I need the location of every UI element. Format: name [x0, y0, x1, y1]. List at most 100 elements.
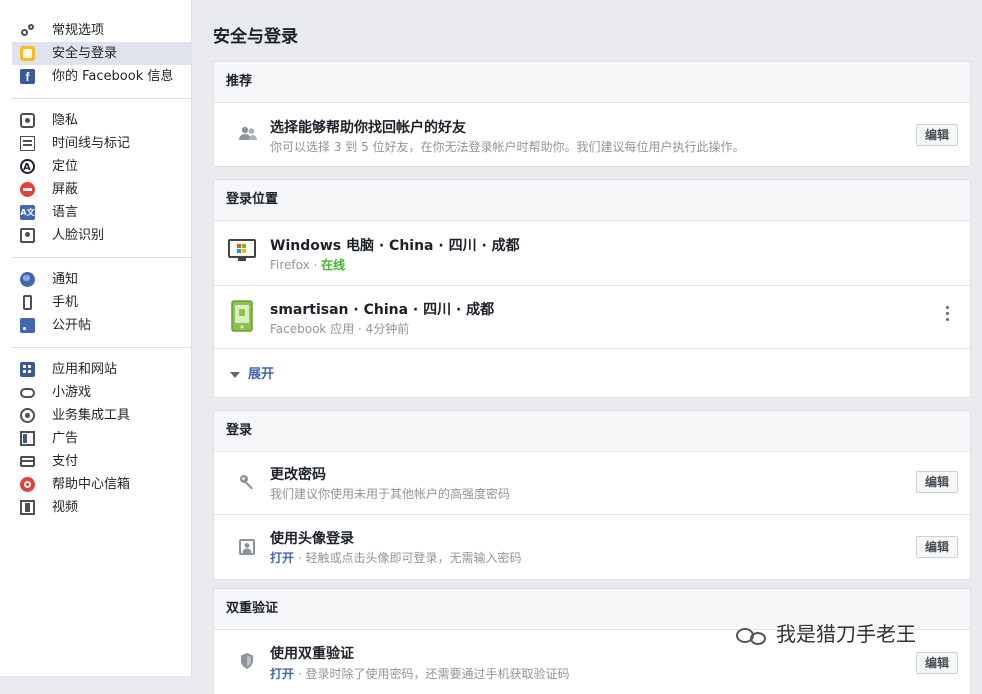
sidebar-item-payments[interactable]: 支付: [12, 450, 191, 473]
edit-profile-picture-login-button[interactable]: 编辑: [916, 536, 958, 558]
profile-picture-login-row[interactable]: 使用头像登录 打开 · 轻触或点击头像即可登录，无需输入密码 编辑: [213, 515, 971, 580]
phone-icon: [23, 295, 32, 310]
sidebar-item-face-recognition[interactable]: 人脸识别: [12, 224, 191, 247]
row-title: 使用双重验证: [270, 646, 354, 662]
expand-sessions-row[interactable]: 展开: [214, 349, 970, 399]
change-password-row[interactable]: 更改密码 我们建议你使用未用于其他帐户的高强度密码 编辑: [213, 452, 971, 515]
session-active-status: 在线: [321, 258, 346, 272]
watermark-text: 我是猎刀手老王: [776, 622, 916, 646]
sidebar-item-privacy[interactable]: 隐私: [12, 109, 191, 132]
profile-picture-icon: [239, 539, 255, 558]
sidebar-item-public-posts[interactable]: 公开帖: [12, 314, 191, 337]
sidebar-item-label: 语言: [52, 205, 79, 220]
timeline-icon: [20, 136, 35, 151]
rss-icon: [20, 318, 35, 333]
sidebar-item-timeline-tagging[interactable]: 时间线与标记: [12, 132, 191, 155]
panel-heading: 登录: [213, 410, 971, 452]
sidebar-item-location[interactable]: 定位: [12, 155, 191, 179]
more-options-icon[interactable]: [946, 306, 950, 322]
sidebar-item-apps-websites[interactable]: 应用和网站: [12, 358, 191, 381]
sidebar-item-label: 帮助中心信箱: [52, 477, 131, 492]
row-subtitle: 打开 · 轻触或点击头像即可登录，无需输入密码: [270, 549, 521, 566]
lock-icon: [20, 46, 35, 61]
row-subtitle: 我们建议你使用未用于其他帐户的高强度密码: [270, 487, 511, 501]
globe-icon: [20, 272, 35, 287]
sidebar-item-mobile[interactable]: 手机: [12, 291, 191, 314]
panel-heading: 登录位置: [214, 180, 970, 221]
session-client: Firefox · 在线: [270, 256, 345, 273]
sidebar-item-language[interactable]: A文 语言: [12, 201, 191, 224]
sidebar-item-label: 安全与登录: [52, 46, 118, 61]
help-icon: [20, 477, 35, 492]
session-browser: Firefox ·: [270, 258, 322, 272]
settings-sidebar: 常规选项 安全与登录 f 你的 Facebook 信息 隐私 时间线与标记 定位…: [0, 0, 192, 676]
sidebar-item-blocking[interactable]: 屏蔽: [12, 178, 191, 201]
edit-two-factor-button[interactable]: 编辑: [916, 652, 958, 674]
where-logged-in-panel: 登录位置 Windows 电脑 · China · 四川 · 成都 Firefo…: [213, 179, 971, 398]
apps-icon: [20, 362, 35, 377]
recommended-panel: 推荐 选择能够帮助你找回帐户的好友 你可以选择 3 到 5 位好友，在你无法登录…: [213, 61, 971, 167]
sidebar-item-label: 通知: [52, 272, 79, 287]
wechat-logo-icon: [736, 626, 770, 646]
facebook-icon: f: [20, 69, 35, 84]
status-on: 打开: [270, 551, 295, 565]
session-row[interactable]: Windows 电脑 · China · 四川 · 成都 Firefox · 在…: [214, 221, 970, 286]
sidebar-item-label: 视频: [52, 500, 79, 515]
sidebar-group-apps: 应用和网站 小游戏 业务集成工具 广告 支付 帮助中心信箱 视频: [0, 358, 191, 519]
sidebar-item-label: 小游戏: [52, 385, 92, 400]
friends-icon: [238, 125, 258, 144]
ads-icon: [20, 431, 35, 446]
row-description: · 登录时除了使用密码，还需要通过手机获取验证码: [294, 667, 570, 681]
business-icon: [20, 408, 35, 423]
edit-trusted-contacts-button[interactable]: 编辑: [916, 124, 958, 146]
status-on: 打开: [270, 667, 295, 681]
sidebar-item-videos[interactable]: 视频: [12, 496, 191, 519]
page-title: 安全与登录: [213, 27, 298, 47]
expand-link[interactable]: 展开: [230, 363, 274, 382]
gamepad-icon: [20, 388, 35, 398]
sidebar-item-label: 支付: [52, 454, 79, 469]
session-row[interactable]: smartisan · China · 四川 · 成都 Facebook 应用 …: [214, 286, 970, 349]
gears-icon: [20, 23, 35, 38]
trusted-contacts-row[interactable]: 选择能够帮助你找回帐户的好友 你可以选择 3 到 5 位好友，在你无法登录帐户时…: [214, 103, 970, 167]
language-icon: A文: [20, 205, 35, 220]
location-icon: [20, 156, 35, 179]
sidebar-item-label: 人脸识别: [52, 228, 105, 243]
session-device-title: smartisan · China · 四川 · 成都: [270, 302, 495, 318]
sidebar-item-general[interactable]: 常规选项: [12, 19, 191, 42]
shield-icon: [239, 652, 255, 673]
watermark: 我是猎刀手老王: [736, 618, 916, 647]
row-title: 更改密码: [270, 467, 326, 483]
face-recognition-icon: [20, 228, 35, 243]
row-description: · 轻触或点击头像即可登录，无需输入密码: [294, 551, 522, 565]
sidebar-item-security-login[interactable]: 安全与登录: [12, 42, 192, 65]
sidebar-item-label: 应用和网站: [52, 362, 118, 377]
sidebar-item-ads[interactable]: 广告: [12, 427, 191, 450]
session-client: Facebook 应用 · 4分钟前: [270, 322, 410, 336]
session-device-title: Windows 电脑 · China · 四川 · 成都: [270, 238, 520, 254]
sidebar-item-your-facebook-info[interactable]: f 你的 Facebook 信息: [12, 65, 191, 88]
sidebar-item-label: 手机: [52, 295, 79, 310]
edit-password-button[interactable]: 编辑: [916, 471, 958, 493]
sidebar-divider: [12, 98, 192, 99]
sidebar-item-label: 公开帖: [52, 318, 92, 333]
login-panel: 登录 更改密码 我们建议你使用未用于其他帐户的高强度密码 编辑 使用头像登录 打…: [213, 410, 971, 580]
payment-icon: [20, 456, 35, 467]
sidebar-item-support-inbox[interactable]: 帮助中心信箱: [12, 473, 191, 496]
block-icon: [20, 182, 35, 197]
windows-pc-icon: [228, 239, 256, 266]
sidebar-group-privacy: 隐私 时间线与标记 定位 屏蔽 A文 语言 人脸识别: [0, 109, 191, 247]
sidebar-item-label: 隐私: [52, 113, 79, 128]
sidebar-item-label: 定位: [52, 159, 79, 174]
sidebar-item-instant-games[interactable]: 小游戏: [12, 381, 191, 404]
sidebar-item-business-integrations[interactable]: 业务集成工具: [12, 404, 191, 427]
sidebar-item-notifications[interactable]: 通知: [12, 268, 191, 291]
sidebar-divider: [12, 257, 192, 258]
android-phone-icon: [231, 300, 253, 335]
sidebar-item-label: 时间线与标记: [52, 136, 131, 151]
sidebar-group-notifications: 通知 手机 公开帖: [0, 268, 191, 337]
caret-down-icon: [230, 371, 240, 378]
sidebar-item-label: 你的 Facebook 信息: [52, 69, 174, 84]
sidebar-item-label: 广告: [52, 431, 79, 446]
expand-label: 展开: [248, 367, 275, 382]
